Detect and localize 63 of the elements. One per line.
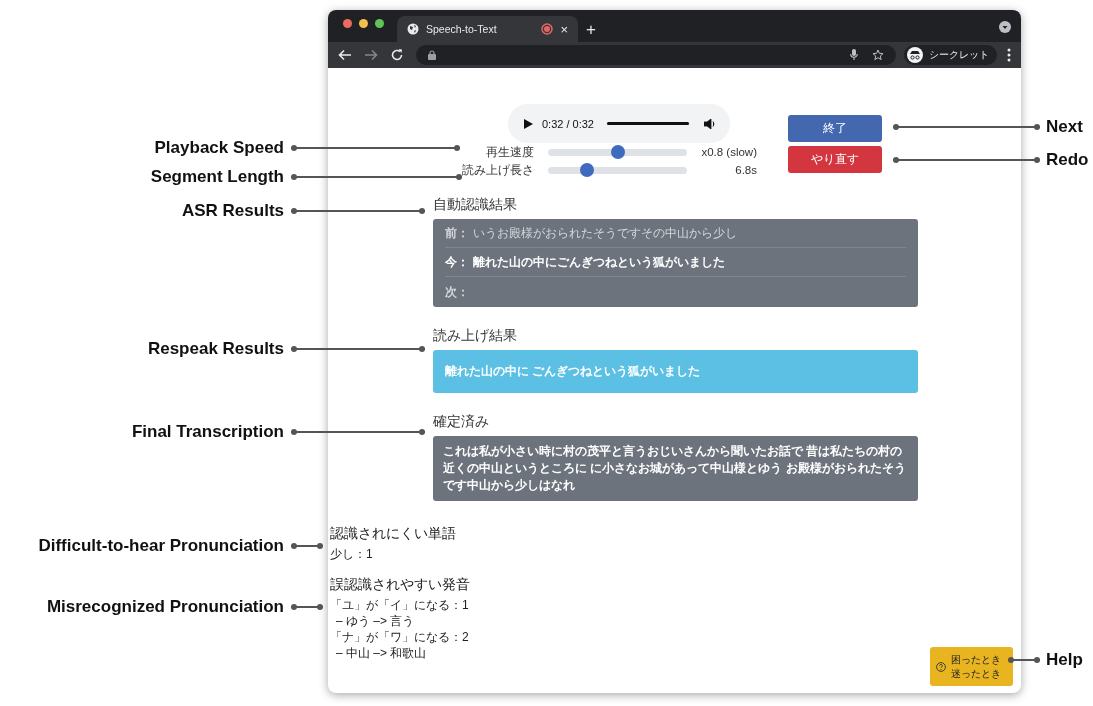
callout-label: Redo — [1046, 149, 1089, 171]
row-label: 次： — [445, 283, 469, 301]
stat-line: 「ナ」が「ワ」になる：2 — [330, 629, 469, 645]
slider-thumb[interactable] — [610, 145, 625, 159]
minimize-window-icon[interactable] — [359, 19, 368, 28]
slider-label: 再生速度 — [485, 144, 534, 160]
redo-button[interactable]: やり直す — [788, 146, 882, 173]
incognito-icon — [907, 47, 923, 63]
globe-icon — [407, 23, 419, 35]
slider-thumb[interactable] — [579, 163, 594, 177]
section-heading: 読み上げ結果 — [433, 326, 518, 344]
slider-track[interactable] — [548, 166, 687, 174]
slider-value: 6.8s — [734, 164, 757, 176]
finish-button[interactable]: 終了 — [788, 115, 882, 142]
stat-line: 「ユ」が「イ」になる：1 — [330, 597, 469, 613]
recording-icon — [541, 23, 554, 35]
row-text: いうお殿様がおられたそうですその中山から少し — [473, 224, 737, 242]
reload-icon[interactable] — [390, 48, 404, 62]
example-line: – ゆう –> 言う — [335, 613, 415, 629]
new-tab-button[interactable]: + — [586, 21, 596, 38]
callout-label: ASR Results — [181, 200, 284, 222]
section-heading: 確定済み — [433, 412, 490, 430]
callout-label: Difficult-to-hear Pronunciation — [38, 535, 284, 557]
close-tab-button[interactable]: × — [560, 22, 568, 36]
example-line: – 中山 –> 和歌山 — [335, 645, 427, 661]
callout-label: Next — [1046, 116, 1083, 138]
stat-line: 少し：1 — [330, 546, 373, 562]
row-label: 前： — [445, 224, 469, 242]
back-icon[interactable] — [338, 48, 352, 62]
help-icon — [936, 661, 946, 672]
slider-label: 読み上げ長さ — [461, 162, 534, 178]
tab-title: Speech-to-Text — [426, 23, 498, 35]
star-icon[interactable] — [872, 49, 884, 61]
callout-label: Respeak Results — [147, 338, 284, 360]
slider-value: x0.8 (slow) — [700, 146, 757, 158]
leader-line — [290, 543, 324, 549]
row-text: 離れた山の中にごんぎつねという狐がいました — [473, 253, 725, 271]
callout-label: Final Transcription — [131, 421, 284, 443]
callout-label: Playback Speed — [154, 137, 284, 159]
callout-label: Segment Length — [150, 166, 284, 188]
callout-label: Help — [1046, 649, 1083, 671]
play-icon[interactable] — [524, 118, 533, 129]
close-window-icon[interactable] — [343, 19, 352, 28]
browser-tab[interactable]: Speech-to-Text × — [397, 16, 578, 42]
row-label: 今： — [445, 253, 469, 271]
lock-icon — [428, 50, 436, 60]
respeak-text: 離れた山の中に ごんぎつねという狐がいました — [445, 364, 701, 378]
leader-line — [1007, 657, 1041, 663]
maximize-window-icon[interactable] — [375, 19, 384, 28]
slider-track[interactable] — [548, 148, 687, 156]
microphone-icon[interactable] — [850, 49, 858, 61]
profile-button[interactable]: シークレット — [904, 45, 997, 65]
section-heading: 自動認識結果 — [433, 195, 518, 213]
playback-time: 0:32 / 0:32 — [542, 117, 594, 130]
section-heading: 誤認識されやすい発音 — [330, 575, 471, 594]
help-button[interactable]: 困ったとき 迷ったとき — [930, 647, 1013, 686]
volume-icon[interactable] — [704, 117, 716, 130]
transcription-text: これは私が小さい時に村の茂平と言うおじいさんから聞いたお話で 昔は私たちの村の近くの中山というところに に小さなお城があって中山様とゆう お殿様がおられたそうです中山から少しはなれ — [443, 444, 906, 492]
callout-label: Misrecognized Pronunciation — [46, 596, 284, 618]
leader-line — [290, 604, 324, 610]
tab-search-icon[interactable] — [999, 21, 1011, 33]
section-heading: 認識されにくい単語 — [330, 524, 457, 543]
menu-icon[interactable] — [1007, 48, 1011, 62]
